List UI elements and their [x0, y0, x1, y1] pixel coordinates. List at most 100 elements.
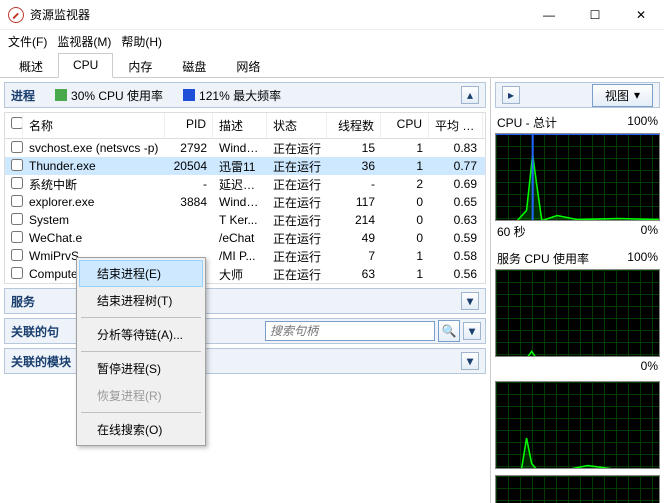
table-row[interactable]: explorer.exe3884Windo...正在运行11700.65: [5, 193, 485, 211]
menu-help[interactable]: 帮助(H): [121, 33, 162, 50]
handle-search-input[interactable]: [265, 321, 435, 341]
ctx-analyze[interactable]: 分析等待链(A)...: [79, 321, 203, 348]
table-row[interactable]: Thunder.exe20504迅雷11正在运行3610.77: [5, 157, 485, 175]
cell-name: 系统中断: [23, 175, 165, 194]
row-checkbox[interactable]: [11, 195, 23, 207]
cpu-usage-stat: 30% CPU 使用率: [55, 87, 163, 104]
cell-status: 正在运行: [267, 175, 327, 194]
tab-overview[interactable]: 概述: [4, 53, 58, 78]
app-icon: [8, 7, 24, 23]
menu-monitor[interactable]: 监视器(M): [57, 33, 111, 50]
cell-status: 正在运行: [267, 139, 327, 158]
cell-cpu: 0: [381, 212, 429, 228]
cell-desc: Windo...: [213, 140, 267, 156]
cell-cpu: 1: [381, 248, 429, 264]
cell-name: explorer.exe: [23, 194, 165, 210]
cpu-color-icon: [55, 89, 67, 101]
table-row[interactable]: SystemT Ker...正在运行21400.63: [5, 211, 485, 229]
titlebar: 资源监视器 — ☐ ✕: [0, 0, 664, 30]
minimize-button[interactable]: —: [526, 0, 572, 30]
collapse-processes-icon[interactable]: ▴: [461, 86, 479, 104]
ctx-suspend[interactable]: 暂停进程(S): [79, 355, 203, 382]
cell-avg: 0.65: [429, 194, 483, 210]
cell-avg: 0.77: [429, 158, 483, 174]
cell-status: 正在运行: [267, 229, 327, 248]
table-row[interactable]: 系统中断-延迟过...正在运行-20.69: [5, 175, 485, 193]
cell-status: 正在运行: [267, 157, 327, 176]
cell-threads: 7: [327, 248, 381, 264]
col-desc[interactable]: 描述: [213, 113, 267, 138]
ctx-search[interactable]: 在线搜索(O): [79, 416, 203, 443]
col-status[interactable]: 状态: [267, 113, 327, 138]
graph-4: [495, 475, 660, 503]
cell-name: System: [23, 212, 165, 228]
row-checkbox[interactable]: [11, 159, 23, 171]
cell-cpu: 1: [381, 266, 429, 282]
left-pane: 进程 30% CPU 使用率 121% 最大频率 ▴ 名称 PID 描述 状态 …: [0, 78, 491, 503]
cell-status: 正在运行: [267, 193, 327, 212]
row-checkbox[interactable]: [11, 231, 23, 243]
cell-name: WeChat.e: [23, 230, 165, 246]
chevron-down-icon: ▾: [634, 88, 640, 102]
expand-handles-icon[interactable]: ▾: [463, 322, 481, 340]
cell-status: 正在运行: [267, 247, 327, 266]
table-row[interactable]: svchost.exe (netsvcs -p)2792Windo...正在运行…: [5, 139, 485, 157]
cell-pid: [165, 237, 213, 239]
tab-network[interactable]: 网络: [221, 53, 275, 78]
row-checkbox[interactable]: [11, 213, 23, 225]
expand-modules-icon[interactable]: ▾: [461, 352, 479, 370]
window-buttons: — ☐ ✕: [526, 0, 664, 30]
cell-threads: 214: [327, 212, 381, 228]
tab-cpu[interactable]: CPU: [58, 53, 113, 78]
processes-header[interactable]: 进程 30% CPU 使用率 121% 最大频率 ▴: [4, 82, 486, 108]
row-checkbox[interactable]: [11, 249, 23, 261]
chart-service-cpu: 服务 CPU 使用率 100% 0%: [495, 248, 660, 375]
ctx-end-process[interactable]: 结束进程(E): [79, 260, 203, 287]
cell-threads: 15: [327, 140, 381, 156]
tab-memory[interactable]: 内存: [113, 53, 167, 78]
service-cpu-graph: [495, 269, 660, 357]
cell-avg: 0.59: [429, 230, 483, 246]
table-row[interactable]: WeChat.e/eChat正在运行4900.59: [5, 229, 485, 247]
maximize-button[interactable]: ☐: [572, 0, 618, 30]
handle-search-button[interactable]: 🔍: [438, 320, 460, 342]
menubar: 文件(F) 监视器(M) 帮助(H): [0, 30, 664, 52]
cell-cpu: 0: [381, 194, 429, 210]
col-threads[interactable]: 线程数: [327, 113, 381, 138]
col-pid[interactable]: PID: [165, 113, 213, 138]
menu-file[interactable]: 文件(F): [8, 33, 47, 50]
freq-color-icon: [183, 89, 195, 101]
col-avg[interactable]: 平均 C...: [429, 113, 483, 138]
cell-threads: -: [327, 176, 381, 192]
cell-desc: /eChat: [213, 230, 267, 246]
col-cpu[interactable]: CPU: [381, 113, 429, 138]
row-checkbox[interactable]: [11, 141, 23, 153]
tab-disk[interactable]: 磁盘: [167, 53, 221, 78]
view-dropdown[interactable]: 视图 ▾: [592, 84, 653, 107]
cell-status: 正在运行: [267, 211, 327, 230]
row-checkbox[interactable]: [11, 267, 23, 279]
cpu-total-graph: [495, 133, 660, 221]
cell-desc: 大师: [213, 265, 267, 284]
cell-desc: T Ker...: [213, 212, 267, 228]
grid-header: 名称 PID 描述 状态 线程数 CPU 平均 C...: [5, 113, 485, 139]
rp-header: ▸ 视图 ▾: [495, 82, 660, 108]
processes-label: 进程: [11, 87, 35, 104]
graph-3: [495, 381, 660, 469]
row-checkbox[interactable]: [11, 177, 23, 189]
cell-avg: 0.56: [429, 266, 483, 282]
ctx-sep: [81, 351, 201, 352]
cell-desc: 迅雷11: [213, 157, 267, 176]
cell-desc: Windo...: [213, 194, 267, 210]
collapse-graphs-icon[interactable]: ▸: [502, 86, 520, 104]
expand-services-icon[interactable]: ▾: [461, 292, 479, 310]
col-name[interactable]: 名称: [23, 113, 165, 138]
cell-avg: 0.69: [429, 176, 483, 192]
cell-pid: 3884: [165, 194, 213, 210]
cell-threads: 36: [327, 158, 381, 174]
ctx-end-tree[interactable]: 结束进程树(T): [79, 287, 203, 314]
cell-avg: 0.83: [429, 140, 483, 156]
select-all-checkbox[interactable]: [11, 117, 23, 129]
close-button[interactable]: ✕: [618, 0, 664, 30]
cell-cpu: 2: [381, 176, 429, 192]
